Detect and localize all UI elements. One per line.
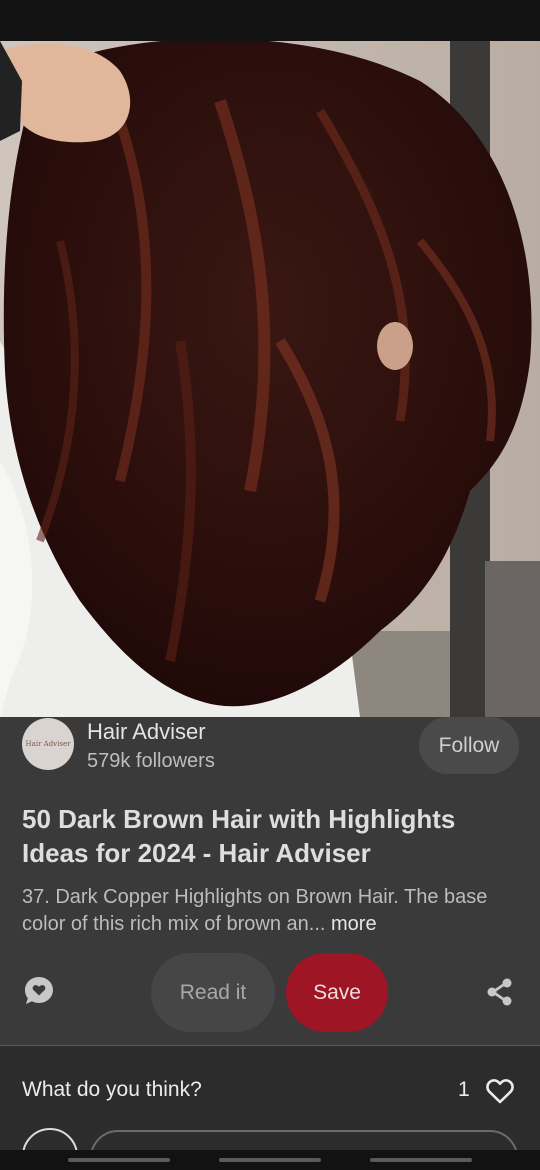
follow-button[interactable]: Follow — [419, 717, 519, 774]
comment-bubble-icon[interactable] — [22, 974, 56, 1008]
save-button[interactable]: Save — [286, 953, 388, 1032]
pin-detail-screen: Hair Adviser Hair Adviser 579k followers… — [0, 0, 540, 1170]
creator-followers: 579k followers — [87, 750, 215, 772]
pin-image[interactable] — [0, 41, 540, 717]
nav-recents-pill[interactable] — [370, 1158, 472, 1162]
status-bar — [0, 0, 540, 41]
avatar-logo-text: Hair Adviser — [25, 740, 71, 748]
more-link[interactable]: more — [331, 913, 377, 935]
pin-description-text: 37. Dark Copper Highlights on Brown Hair… — [22, 886, 488, 935]
nav-back-pill[interactable] — [68, 1158, 170, 1162]
creator-name[interactable]: Hair Adviser — [87, 719, 206, 745]
pin-title: 50 Dark Brown Hair with Highlights Ideas… — [22, 804, 456, 868]
read-it-button[interactable]: Read it — [151, 953, 275, 1032]
pin-description: 37. Dark Copper Highlights on Brown Hair… — [22, 884, 522, 938]
share-icon[interactable] — [485, 977, 515, 1007]
creator-avatar[interactable]: Hair Adviser — [22, 718, 74, 770]
heart-outline-icon[interactable] — [485, 1077, 515, 1105]
comments-prompt: What do you think? — [22, 1078, 202, 1101]
like-count: 1 — [458, 1078, 470, 1101]
hair-photo — [0, 41, 540, 717]
nav-home-pill[interactable] — [219, 1158, 321, 1162]
